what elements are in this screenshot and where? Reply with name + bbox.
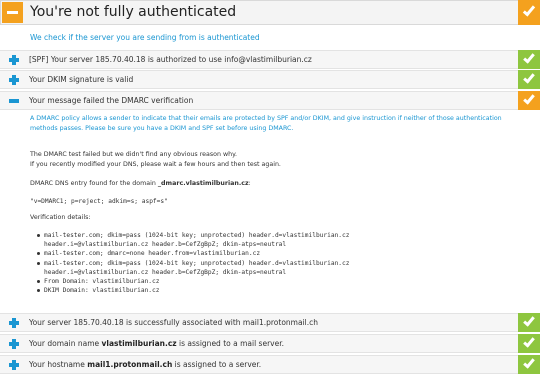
result-row-spf[interactable]: [SPF] Your server 185.70.40.18 is author… xyxy=(0,50,540,69)
result-row-hostname[interactable]: Your hostname mail1.protonmail.ch is ass… xyxy=(0,355,540,374)
result-label: Your server 185.70.40.18 is successfully… xyxy=(29,318,319,327)
result-row-dmarc[interactable]: Your message failed the DMARC verificati… xyxy=(0,91,540,110)
warning-checkmark-icon xyxy=(518,91,540,110)
dmarc-intro-line: A DMARC policy allows a sender to indica… xyxy=(30,115,502,122)
pass-checkmark-icon xyxy=(518,70,540,89)
pass-checkmark-icon xyxy=(518,313,540,332)
pass-checkmark-icon xyxy=(518,334,540,353)
expand-plus-icon[interactable] xyxy=(9,360,19,370)
result-row-dkim[interactable]: Your DKIM signature is valid xyxy=(0,70,540,89)
dns-domain: _dmarc.vlastimilburian.cz xyxy=(157,180,249,187)
dmarc-dns-entry: DMARC DNS entry found for the domain _dm… xyxy=(30,180,251,189)
section-header[interactable]: You're not fully authenticated xyxy=(0,0,540,25)
pass-checkmark-icon xyxy=(518,50,540,69)
pass-checkmark-icon xyxy=(518,355,540,374)
dmarc-intro-line: methods passes. Please be sure you have … xyxy=(30,125,294,132)
label-suffix: is assigned to a server. xyxy=(172,360,262,369)
result-label: [SPF] Your server 185.70.40.18 is author… xyxy=(29,55,312,64)
verification-heading: Verification details: xyxy=(30,214,91,221)
result-label: Your hostname mail1.protonmail.ch is ass… xyxy=(29,360,261,369)
list-item: From Domain: vlastimilburian.cz xyxy=(36,277,349,286)
list-item: mail-tester.com; dmarc=none header.from=… xyxy=(36,249,349,258)
dmarc-dns-record: "v=DMARC1; p=reject; adkim=s; aspf=s" xyxy=(30,198,168,205)
section-title: You're not fully authenticated xyxy=(30,4,237,20)
warning-checkmark-icon xyxy=(518,0,540,25)
dmarc-fail-line: The DMARC test failed but we didn't find… xyxy=(30,151,237,158)
result-label: Your message failed the DMARC verificati… xyxy=(29,96,194,105)
result-label: Your domain name vlastimilburian.cz is a… xyxy=(29,339,284,348)
section-subtext: We check if the server you are sending f… xyxy=(30,33,260,42)
list-item: header.i=@vlastimilburian.cz header.b=Ce… xyxy=(44,241,287,249)
verification-details-list: mail-tester.com; dkim=pass (1024-bit key… xyxy=(36,231,350,295)
dns-prefix: DMARC DNS entry found for the domain xyxy=(30,180,158,187)
domain-name: vlastimilburian.cz xyxy=(101,339,177,348)
result-label: Your DKIM signature is valid xyxy=(29,75,134,84)
label-prefix: Your hostname xyxy=(29,360,88,369)
result-row-reverse-dns[interactable]: Your server 185.70.40.18 is successfully… xyxy=(0,313,540,332)
list-item: mail-tester.com; dkim=pass (1024-bit key… xyxy=(36,232,350,239)
result-row-domain-mx[interactable]: Your domain name vlastimilburian.cz is a… xyxy=(0,334,540,353)
expand-plus-icon[interactable] xyxy=(9,339,19,349)
hostname: mail1.protonmail.ch xyxy=(87,360,173,369)
dmarc-fail-line: If you recently modified your DNS, pleas… xyxy=(30,161,281,168)
list-item: mail-tester.com; dkim=pass (1024-bit key… xyxy=(36,259,350,267)
collapse-icon[interactable] xyxy=(2,2,23,23)
expand-plus-icon[interactable] xyxy=(9,318,19,328)
expand-plus-icon[interactable] xyxy=(9,55,19,65)
list-item: DKIM Domain: vlastimilburian.cz xyxy=(36,286,349,295)
list-item: header.i=@vlastimilburian.cz header.b=Ce… xyxy=(44,268,287,276)
label-prefix: Your domain name xyxy=(29,339,102,348)
collapse-minus-icon[interactable] xyxy=(9,96,19,106)
expand-plus-icon[interactable] xyxy=(9,75,19,85)
label-suffix: is assigned to a mail server. xyxy=(176,339,284,348)
dns-suffix: : xyxy=(248,180,251,187)
